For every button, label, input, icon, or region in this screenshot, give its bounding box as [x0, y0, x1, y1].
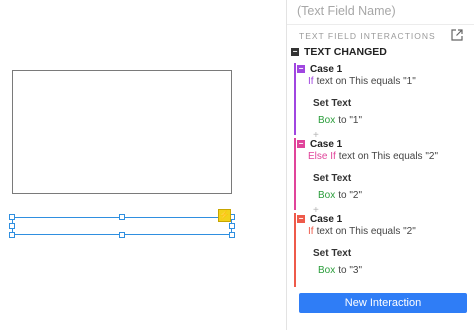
widget-name-field[interactable]: (Text Field Name): [297, 4, 396, 18]
action-value: to "1": [338, 115, 363, 126]
action-target: Box: [318, 115, 336, 126]
action-name[interactable]: Set Text: [313, 248, 351, 259]
resize-handle[interactable]: [9, 223, 15, 229]
collapse-icon[interactable]: −: [297, 215, 305, 223]
case-title: Case 1: [310, 138, 343, 150]
action-value: to "2": [338, 190, 363, 201]
case-color-bar: [294, 213, 296, 287]
action-detail[interactable]: Box to "2": [318, 190, 362, 201]
case-color-bar: [294, 63, 296, 135]
case-block[interactable]: − Case 1 If text on This equals "1" Set T…: [294, 63, 474, 141]
collapse-icon[interactable]: −: [297, 65, 305, 73]
resize-handle[interactable]: [229, 232, 235, 238]
canvas[interactable]: ⚡: [0, 0, 286, 330]
popout-icon[interactable]: [450, 28, 464, 42]
new-interaction-button[interactable]: New Interaction: [299, 293, 467, 313]
interactions-panel: (Text Field Name) TEXT FIELD INTERACTION…: [286, 0, 474, 330]
case-block[interactable]: − Case 1 Else If text on This equals "2" …: [294, 138, 474, 216]
action-target: Box: [318, 265, 336, 276]
event-text-changed[interactable]: − TEXT CHANGED: [291, 45, 387, 59]
collapse-icon[interactable]: −: [291, 48, 299, 56]
resize-handle[interactable]: [119, 214, 125, 220]
collapse-icon[interactable]: −: [297, 140, 305, 148]
case-block[interactable]: − Case 1 If text on This equals "2" Set T…: [294, 213, 474, 287]
condition-keyword: If: [308, 76, 314, 87]
case-title: Case 1: [310, 63, 343, 75]
case-condition[interactable]: If text on This equals "1": [308, 76, 416, 87]
action-name[interactable]: Set Text: [313, 98, 351, 109]
case-color-bar: [294, 138, 296, 210]
resize-handle[interactable]: [229, 223, 235, 229]
resize-handle[interactable]: [119, 232, 125, 238]
event-label: TEXT CHANGED: [304, 46, 387, 58]
case-condition[interactable]: If text on This equals "2": [308, 226, 416, 237]
condition-text: text on This equals "2": [316, 226, 416, 237]
box-widget[interactable]: [12, 70, 232, 194]
divider: [287, 24, 474, 25]
action-detail[interactable]: Box to "1": [318, 115, 362, 126]
case-header[interactable]: − Case 1: [297, 138, 342, 150]
condition-keyword: If: [308, 226, 314, 237]
resize-handle[interactable]: [9, 214, 15, 220]
condition-keyword: Else If: [308, 151, 336, 162]
condition-text: text on This equals "2": [338, 151, 438, 162]
resize-handle[interactable]: [9, 232, 15, 238]
lightning-icon[interactable]: ⚡: [218, 209, 231, 222]
action-detail[interactable]: Box to "3": [318, 265, 362, 276]
case-header[interactable]: − Case 1: [297, 213, 342, 225]
action-name[interactable]: Set Text: [313, 173, 351, 184]
case-title: Case 1: [310, 213, 343, 225]
action-target: Box: [318, 190, 336, 201]
action-value: to "3": [338, 265, 363, 276]
case-condition[interactable]: Else If text on This equals "2": [308, 151, 438, 162]
section-title: TEXT FIELD INTERACTIONS: [299, 31, 436, 41]
condition-text: text on This equals "1": [316, 76, 416, 87]
case-header[interactable]: − Case 1: [297, 63, 342, 75]
